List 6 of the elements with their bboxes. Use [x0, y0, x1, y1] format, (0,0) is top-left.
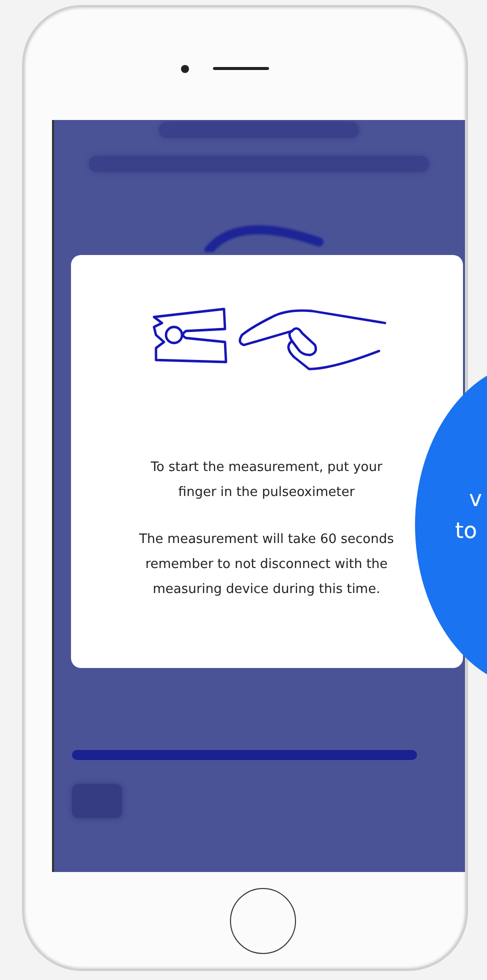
note-text: The measurement will take 60 seconds remember to not disconnect with the measuring device during this time.: [138, 531, 395, 599]
camera-icon: [181, 64, 189, 72]
bubble-text: to: [455, 518, 478, 546]
speaker-icon: [213, 67, 269, 70]
instruction-text: To start the measurement, put your finger in the pulseoximeter: [150, 459, 384, 502]
bubble-text: v: [469, 486, 482, 514]
